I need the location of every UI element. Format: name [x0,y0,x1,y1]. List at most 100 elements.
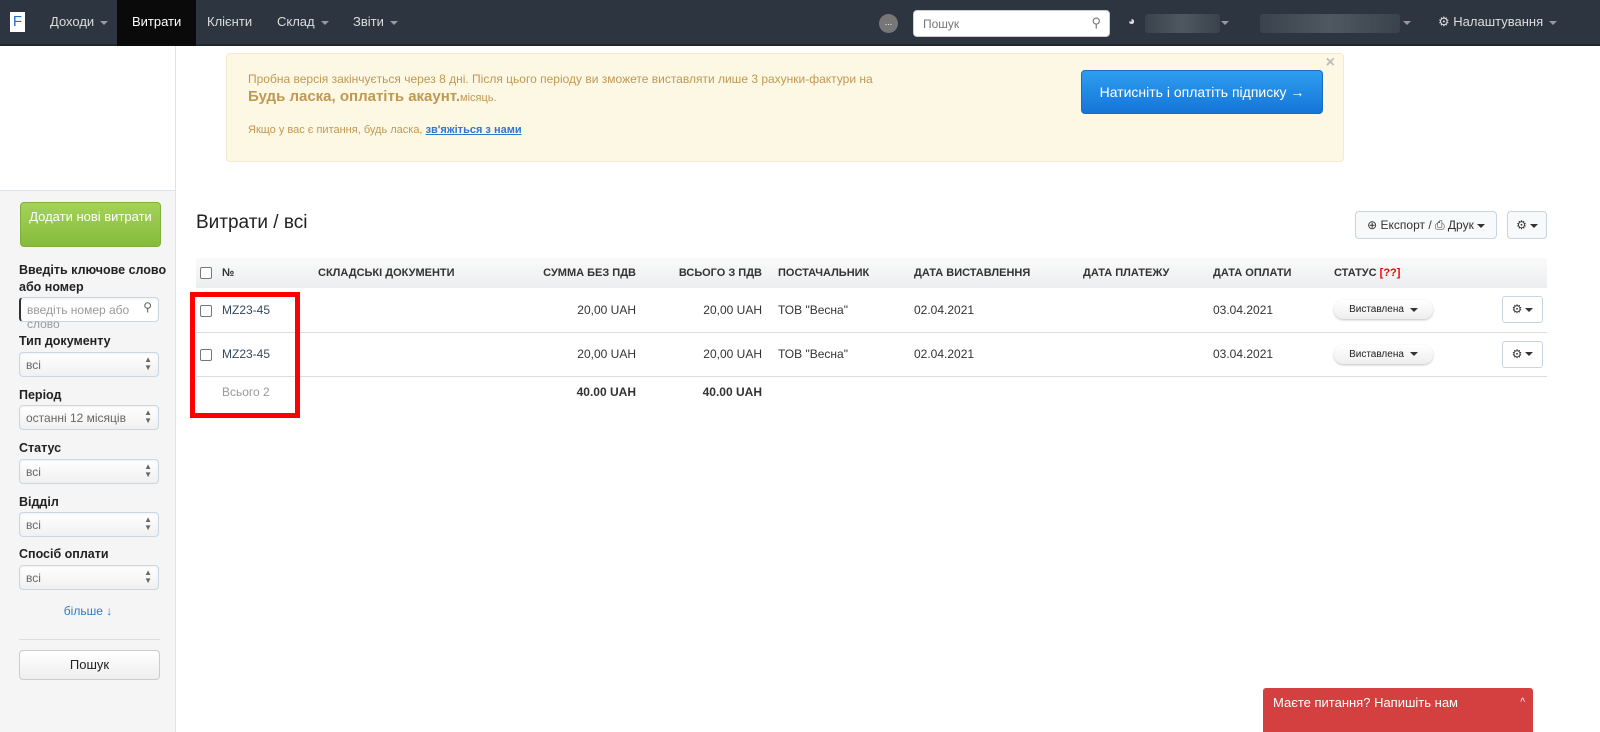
caret-down-icon [100,20,109,25]
nav-income[interactable]: Доходи [35,0,123,46]
dashboard-icon: ◕ [1128,14,1136,28]
search-input[interactable] [914,11,1074,36]
global-search[interactable]: ⚲ [913,10,1110,37]
gear-icon: ⚙ [1516,218,1527,232]
col-status-label: СТАТУС [1334,267,1377,279]
table-settings-button[interactable]: ⚙ [1507,211,1547,239]
row-actions-cell: ⚙ [1490,288,1547,333]
chat-label: Маєте питання? Напишіть нам [1273,695,1458,710]
alert-text: Пробна версія закінчується через 8 дні. … [248,72,873,86]
alert-pay-heading: Будь ласка, оплатіть акаунт.місяць. [248,88,497,105]
status-label: Виставлена [1349,304,1404,316]
export-print-button[interactable]: ⊕ Експорт / ⎙ Друк [1355,211,1497,239]
table-row[interactable]: MZ23-45 20,00 UAH 20,00 UAH ТОВ "Весна" … [196,332,1547,377]
chat-widget[interactable]: Маєте питання? Напишіть нам ^ [1263,688,1533,732]
col-net[interactable]: СУММА БЕЗ ПДВ [510,258,640,288]
row-settings-button[interactable]: ⚙ [1502,340,1543,368]
caret-down-icon [1525,308,1534,313]
row-settings-button[interactable]: ⚙ [1502,296,1543,324]
select-value: всі [26,571,41,585]
issue-date: 02.04.2021 [902,288,1071,333]
filter-sidebar: Додати нові витрати Введіть ключове слов… [0,191,176,732]
keyword-input[interactable]: введіть номер або слово ⚲ [19,297,159,331]
alert-contact: Якщо у вас є питання, будь ласка, зв'яжі… [248,124,522,136]
select-value: всі [26,465,41,479]
add-expense-button[interactable]: Додати нові витрати [20,202,161,247]
gear-icon: ⚙ [1511,302,1523,317]
sort-arrows-icon: ▲ ▼ [144,515,152,532]
select-all-checkbox[interactable] [200,267,212,280]
total-row: Всього 2 40.00 UAH 40.00 UAH [196,376,1547,408]
nav-clients-label: Клієнти [207,14,253,29]
row-actions-cell: ⚙ [1490,332,1547,377]
total-filler [766,376,1547,408]
gear-icon: ⚙ [1511,346,1523,361]
table-row[interactable]: MZ23-45 20,00 UAH 20,00 UAH ТОВ "Весна" … [196,288,1547,333]
due-date [1071,332,1201,377]
col-status[interactable]: СТАТУС [??] [1322,258,1490,288]
contact-link[interactable]: зв'яжіться з нами [426,124,522,136]
gear-icon: ⚙ [1438,14,1450,29]
col-stock-docs[interactable]: СКЛАДСЬКІ ДОКУМЕНТИ [305,258,510,288]
status-select[interactable]: всі ▲ ▼ [19,459,159,484]
status-cell: Виставлена [1322,332,1490,377]
status-dropdown[interactable]: Виставлена [1334,344,1433,364]
account-menu[interactable] [1145,14,1220,33]
nav-income-label: Доходи [50,14,95,29]
col-gross[interactable]: ВСЬОГО З ПДВ [640,258,766,288]
nav-reports[interactable]: Звіти [338,0,413,46]
divider [19,639,160,640]
sort-arrows-icon: ▲ ▼ [144,462,152,479]
period-select[interactable]: останні 12 місяців ▲ ▼ [19,405,159,430]
doc-type-select[interactable]: всі ▲ ▼ [19,352,159,377]
nav-reports-label: Звіти [353,14,384,29]
payment-method-select[interactable]: всі ▲ ▼ [19,565,159,590]
nav-expenses-label: Витрати [132,14,182,29]
search-icon[interactable]: ⚲ [1091,15,1101,31]
issue-date: 02.04.2021 [902,332,1071,377]
stock-docs [305,332,510,377]
nav-clients[interactable]: Клієнти [192,0,267,46]
close-icon[interactable]: × [1326,54,1335,72]
col-issue-date[interactable]: ДАТА ВИСТАВЛЕННЯ [902,258,1071,288]
sort-arrows-icon: ▲ ▼ [144,568,152,585]
col-supplier[interactable]: ПОСТАЧАЛЬНИК [766,258,902,288]
total-gross: 40.00 UAH [702,385,762,400]
keyword-label: Введіть ключове слово або номер [19,263,167,294]
select-value: всі [26,518,41,532]
status-help-link[interactable]: [??] [1380,267,1401,279]
app-logo[interactable]: F [10,12,25,32]
nav-stock[interactable]: Склад [262,0,344,46]
col-paid-date[interactable]: ДАТА ОПЛАТИ [1201,258,1322,288]
nav-expenses[interactable]: Витрати [117,0,197,46]
pay-subscription-button[interactable]: Натисніть і оплатіть підписку → [1081,70,1323,114]
more-filters-link[interactable]: більше ↓ [0,604,176,618]
status-dropdown[interactable]: Виставлена [1334,300,1433,320]
paid-date: 03.04.2021 [1201,288,1322,333]
department-select[interactable]: всі ▲ ▼ [19,512,159,537]
gross-amount: 20,00 UAH [640,332,766,377]
caret-down-icon [1403,21,1411,25]
alert-contact-text: Якщо у вас є питання, будь ласка, [248,124,423,136]
expenses-table: № СКЛАДСЬКІ ДОКУМЕНТИ СУММА БЕЗ ПДВ ВСЬО… [196,258,1547,408]
paid-date: 03.04.2021 [1201,332,1322,377]
net-amount: 20,00 UAH [510,332,640,377]
sort-arrows-icon: ▲ ▼ [144,408,152,425]
sort-arrows-icon: ▲ ▼ [144,355,152,372]
col-number[interactable]: № [218,258,305,288]
caret-down-icon [389,20,398,25]
settings-menu[interactable]: ⚙ Налаштування [1438,0,1558,44]
search-button[interactable]: Пошук [19,650,160,680]
col-actions [1490,258,1547,288]
download-icon: ⊕ [1367,218,1378,232]
supplier: ТОВ "Весна" [766,332,902,377]
search-icon[interactable]: ⚲ [143,301,152,313]
chevron-up-icon[interactable]: ^ [1520,688,1525,718]
supplier: ТОВ "Весна" [766,288,902,333]
top-navbar: F Доходи Витрати Клієнти Склад Звіти ...… [0,0,1600,46]
col-due-date[interactable]: ДАТА ПЛАТЕЖУ [1071,258,1201,288]
caret-down-icon [1529,223,1538,228]
select-all-cell [196,258,218,288]
notification-badge[interactable]: ... [879,14,898,33]
user-menu[interactable] [1260,14,1400,33]
